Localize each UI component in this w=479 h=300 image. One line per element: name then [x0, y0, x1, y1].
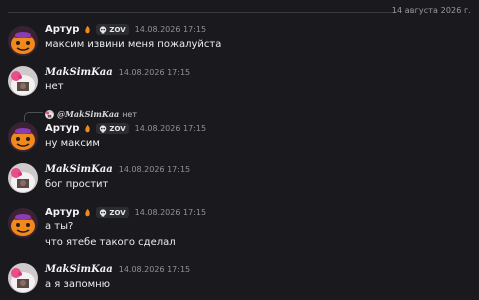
message-text: нет: [45, 81, 64, 92]
timestamp[interactable]: 14.08.2026 17:15: [135, 208, 206, 217]
divider-line: [8, 12, 397, 13]
message-4[interactable]: MakSimKaa 14.08.2026 17:15 бог простит: [0, 163, 479, 193]
hello-kitty-avatar: [8, 163, 38, 193]
avatar-artur[interactable]: [8, 26, 38, 56]
message-5[interactable]: Артур ZOV 14.08.2026 17:15 а ты? что яте…: [0, 206, 479, 254]
fire-badge-icon: [85, 25, 91, 34]
timestamp[interactable]: 14.08.2026 17:15: [135, 124, 206, 133]
reply-preview[interactable]: @MakSimKaa нет: [45, 109, 137, 119]
server-tag-label: ZOV: [109, 124, 126, 133]
author-name[interactable]: Артур: [45, 24, 79, 35]
server-tag[interactable]: ZOV: [96, 24, 129, 35]
message-3[interactable]: @MakSimKaa нет Артур ZOV 14.08.2026 17:1…: [0, 107, 479, 152]
fire-badge-icon: [85, 124, 91, 133]
hello-kitty-avatar: [8, 66, 38, 96]
skull-tag-icon: [100, 124, 107, 133]
server-tag[interactable]: ZOV: [96, 123, 129, 134]
timestamp[interactable]: 14.08.2026 17:15: [119, 265, 190, 274]
pumpkin-avatar: [8, 122, 38, 152]
pumpkin-avatar: [8, 208, 38, 238]
timestamp[interactable]: 14.08.2026 17:15: [135, 25, 206, 34]
reply-text: нет: [122, 109, 137, 119]
message-2[interactable]: MakSimKaa 14.08.2026 17:15 нет: [0, 66, 479, 96]
avatar-artur[interactable]: [8, 122, 38, 152]
avatar-artur[interactable]: [8, 208, 38, 238]
author-name[interactable]: MakSimKaa: [45, 264, 113, 275]
message-text: ну максим: [45, 138, 100, 149]
server-tag[interactable]: ZOV: [96, 207, 129, 218]
message-text: максим извини меня пожалуйста: [45, 39, 222, 50]
message-1[interactable]: Артур ZOV 14.08.2026 17:15 максим извини…: [0, 24, 479, 56]
reply-author: @MakSimKaa: [57, 109, 120, 119]
skull-tag-icon: [100, 208, 107, 217]
server-tag-label: ZOV: [109, 25, 126, 34]
avatar-maksimkaa[interactable]: [8, 163, 38, 193]
reply-spine: [24, 112, 43, 121]
timestamp[interactable]: 14.08.2026 17:15: [119, 68, 190, 77]
hello-kitty-avatar: [8, 263, 38, 293]
author-name[interactable]: Артур: [45, 207, 79, 218]
reply-avatar: [45, 109, 54, 119]
author-name[interactable]: Артур: [45, 123, 79, 134]
server-tag-label: ZOV: [109, 208, 126, 217]
message-text-followup: что ятебе такого сделал: [45, 237, 176, 248]
message-text: а ты?: [45, 221, 74, 232]
skull-tag-icon: [100, 25, 107, 34]
message-text: а я запомню: [45, 279, 111, 290]
avatar-maksimkaa[interactable]: [8, 263, 38, 293]
hello-kitty-avatar: [45, 109, 54, 119]
fire-badge-icon: [85, 208, 91, 217]
timestamp[interactable]: 14.08.2026 17:15: [119, 165, 190, 174]
author-name[interactable]: MakSimKaa: [45, 164, 113, 175]
message-6[interactable]: MakSimKaa 14.08.2026 17:15 а я запомню: [0, 263, 479, 293]
avatar-maksimkaa[interactable]: [8, 66, 38, 96]
pumpkin-avatar: [8, 26, 38, 56]
date-divider-label: 14 августа 2026 г.: [391, 6, 471, 15]
author-name[interactable]: MakSimKaa: [45, 67, 113, 78]
message-text: бог простит: [45, 179, 109, 190]
date-divider: 14 августа 2026 г.: [0, 6, 479, 18]
